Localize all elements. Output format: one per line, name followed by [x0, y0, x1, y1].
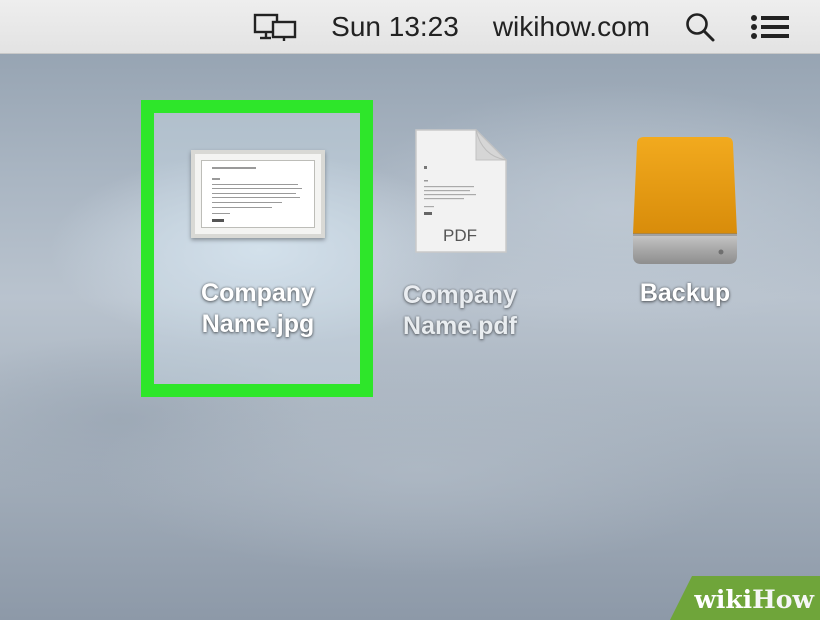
displays-icon[interactable] [253, 12, 297, 42]
watermark-part1: wiki [694, 585, 753, 614]
desktop: Sun 13:23 wikihow.com Company Name.jpg P… [0, 0, 820, 620]
pdf-badge: PDF [443, 226, 477, 245]
menu-site-label: wikihow.com [492, 10, 650, 42]
desktop-item-company-name-pdf[interactable]: PDF Company Name.pdf [385, 126, 535, 342]
desktop-item-label: Backup [639, 279, 731, 307]
pdf-document-icon: PDF [410, 126, 510, 256]
notification-list-icon[interactable] [750, 13, 790, 41]
watermark-part2: How [752, 585, 814, 614]
wikihow-watermark: wikiHow [670, 576, 820, 620]
jpg-image-thumbnail-icon [191, 150, 325, 238]
search-icon[interactable] [684, 11, 716, 43]
menu-bar: Sun 13:23 wikihow.com [0, 0, 820, 54]
desktop-item-backup[interactable]: Backup [620, 134, 750, 309]
external-drive-icon [625, 134, 745, 274]
menu-clock[interactable]: Sun 13:23 [331, 11, 459, 43]
desktop-item-label: Company Name.jpg [201, 279, 315, 338]
desktop-item-company-name-jpg[interactable]: Company Name.jpg [163, 150, 353, 340]
desktop-item-label: Company Name.pdf [403, 281, 517, 340]
